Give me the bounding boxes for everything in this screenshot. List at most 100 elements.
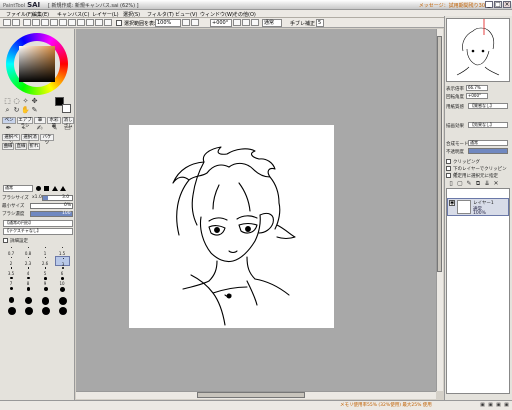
nav-rotate-field[interactable]: +000° bbox=[466, 93, 488, 99]
watercolor-tool-icon[interactable]: ✎ bbox=[50, 124, 59, 133]
rotate-icon[interactable]: ↻ bbox=[12, 106, 21, 115]
menu-layer[interactable]: レイヤー(L) bbox=[92, 11, 119, 18]
brush-size-cell[interactable] bbox=[4, 306, 19, 316]
invert-select-button[interactable] bbox=[32, 19, 40, 26]
show-selection-checkbox[interactable] bbox=[116, 20, 122, 26]
tool-tab-curve[interactable]: 曲線 bbox=[2, 143, 14, 150]
menu-filter[interactable]: フィルタ(T) bbox=[147, 11, 174, 18]
menu-other[interactable]: その他(O) bbox=[233, 11, 256, 18]
tool-tab-bucket[interactable]: バケツ bbox=[40, 134, 54, 146]
brush-size-cell[interactable]: 7 bbox=[4, 276, 19, 286]
brush-size-cell[interactable] bbox=[55, 306, 70, 316]
zoom-icon[interactable]: ⌕ bbox=[3, 106, 12, 115]
blend-mode-select[interactable]: 通常 bbox=[468, 140, 508, 146]
brush-size-cell[interactable] bbox=[55, 286, 70, 296]
copy-layer-icon[interactable]: ⧉ bbox=[474, 180, 482, 188]
eye-icon[interactable]: ◉ bbox=[449, 200, 455, 206]
rotation-field[interactable]: +000° bbox=[210, 19, 232, 27]
brush-size-cell[interactable]: 10 bbox=[55, 276, 70, 286]
hand-icon[interactable]: ✋ bbox=[21, 106, 30, 115]
status-icon-2[interactable]: ▣ bbox=[487, 401, 494, 409]
brush-size-cell[interactable]: 0.7 bbox=[4, 246, 19, 256]
close-button[interactable]: × bbox=[503, 1, 511, 8]
mirror-button[interactable] bbox=[95, 19, 103, 26]
paper-texture-select[interactable]: 【質感なし】 bbox=[468, 103, 508, 109]
status-icon-3[interactable]: ▣ bbox=[495, 401, 502, 409]
brush-size-cell[interactable]: 2 bbox=[4, 256, 19, 266]
tool-tab-airbrush[interactable]: エアブラシ bbox=[17, 117, 33, 129]
rotate-ccw-button[interactable] bbox=[233, 19, 241, 26]
deselect-button[interactable] bbox=[23, 19, 31, 26]
select-rect-icon[interactable]: ⬚ bbox=[3, 97, 12, 106]
brush-size-mult[interactable]: x1.0 bbox=[32, 195, 42, 200]
opacity-slider[interactable] bbox=[468, 148, 508, 154]
tool-tab-polyline[interactable]: 折れ bbox=[28, 143, 40, 150]
navigator-preview[interactable] bbox=[446, 18, 510, 82]
maximize-button[interactable]: □ bbox=[494, 1, 502, 8]
canvas-paper[interactable] bbox=[129, 125, 334, 328]
flip-button[interactable] bbox=[41, 19, 49, 26]
brush-size-cell[interactable] bbox=[21, 296, 36, 306]
menu-edit[interactable]: 編集(E) bbox=[32, 11, 49, 18]
secondary-color-swatch[interactable] bbox=[62, 104, 71, 113]
new-linework-icon[interactable]: ✎ bbox=[465, 180, 473, 188]
brush-size-cell[interactable] bbox=[38, 296, 53, 306]
brush-size-cell[interactable]: 0.8 bbox=[21, 246, 36, 256]
fit-button[interactable] bbox=[77, 19, 85, 26]
brush-size-cell[interactable] bbox=[38, 306, 53, 316]
status-icon-1[interactable]: ▣ bbox=[479, 401, 486, 409]
move-icon[interactable]: ✥ bbox=[30, 97, 39, 106]
layer-item[interactable]: ◉ レイヤー1 通常 100% bbox=[447, 198, 509, 216]
rotate-left-button[interactable] bbox=[104, 19, 112, 26]
menu-view[interactable]: ビュー(V) bbox=[175, 11, 197, 18]
horizontal-scroll-thumb[interactable] bbox=[197, 392, 305, 398]
merge-layer-icon[interactable]: ⇊ bbox=[483, 180, 491, 188]
brush-size-cell[interactable]: 6 bbox=[55, 266, 70, 276]
zoom-in-button[interactable] bbox=[59, 19, 67, 26]
new-layer-icon[interactable]: ▯ bbox=[447, 180, 455, 188]
select-source-checkbox[interactable] bbox=[446, 173, 451, 178]
mode-select[interactable]: 通常 bbox=[262, 19, 282, 27]
tool-tab-watercolor[interactable]: 水彩筆 bbox=[47, 117, 61, 129]
tool-tab-select-erase[interactable]: 選択消し bbox=[21, 134, 39, 146]
lasso-icon[interactable]: ◌ bbox=[12, 97, 21, 106]
rotate-cw-button[interactable] bbox=[242, 19, 250, 26]
brush-size-cell[interactable]: 1.5 bbox=[55, 246, 70, 256]
zoom-out-button[interactable] bbox=[68, 19, 76, 26]
tool-tab-brush[interactable]: 筆 bbox=[34, 117, 46, 124]
stabilizer-select[interactable]: 5 bbox=[316, 19, 324, 27]
nav-zoom-field[interactable]: 66.7% bbox=[466, 85, 488, 91]
status-icon-4[interactable]: ▣ bbox=[503, 401, 510, 409]
eyedropper-icon[interactable]: ✎ bbox=[30, 106, 39, 115]
saturation-value-square[interactable] bbox=[19, 46, 55, 82]
new-layerset-icon[interactable]: ▢ bbox=[456, 180, 464, 188]
brush-size-cell[interactable] bbox=[55, 296, 70, 306]
delete-layer-icon[interactable]: ✕ bbox=[492, 180, 500, 188]
menu-select[interactable]: 選択(S) bbox=[123, 11, 140, 18]
menu-canvas[interactable]: キャンバス(C) bbox=[57, 11, 89, 18]
brush-size-cell[interactable]: 5 bbox=[38, 266, 53, 276]
undo-button[interactable] bbox=[3, 19, 11, 26]
brush-mode-select[interactable]: 通常 bbox=[3, 185, 33, 192]
rotate-reset-button[interactable] bbox=[251, 19, 259, 26]
tool-tab-eraser[interactable]: 消しゴム bbox=[62, 117, 74, 129]
brush-size-cell[interactable] bbox=[21, 286, 36, 296]
brush-size-cell[interactable]: 3.5 bbox=[4, 266, 19, 276]
redo-button[interactable] bbox=[12, 19, 20, 26]
brush-size-cell[interactable] bbox=[4, 286, 19, 296]
brush-size-cell[interactable] bbox=[21, 306, 36, 316]
brush-size-cell[interactable]: 3 bbox=[55, 256, 70, 267]
tool-tab-line[interactable]: 直線 bbox=[15, 143, 27, 150]
detail-settings-checkbox[interactable] bbox=[3, 238, 8, 243]
airbrush-tool-icon[interactable]: ⌁ bbox=[19, 124, 28, 133]
brush-texture-select[interactable]: 【テクスチャなし】 bbox=[3, 228, 73, 235]
pen-tool-icon[interactable]: ✒ bbox=[4, 124, 13, 133]
minimize-button[interactable]: _ bbox=[485, 1, 493, 8]
zoom-select[interactable]: 100% bbox=[155, 19, 181, 27]
brush-size-cell[interactable] bbox=[4, 296, 19, 306]
vertical-scroll-thumb[interactable] bbox=[437, 36, 442, 272]
draw-effect-select[interactable]: 【効果なし】 bbox=[468, 122, 508, 128]
zoom-up-button[interactable] bbox=[191, 19, 199, 26]
eraser-tool-icon[interactable]: ▭ bbox=[63, 124, 72, 133]
zoom-down-button[interactable] bbox=[182, 19, 190, 26]
